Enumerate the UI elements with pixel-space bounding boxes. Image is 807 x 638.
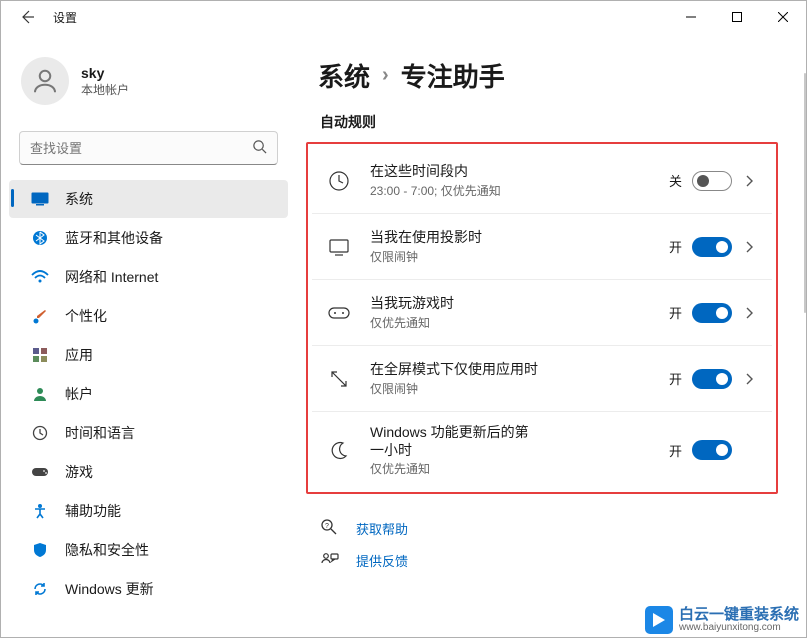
chevron-right-icon (742, 307, 758, 319)
nav-time-language[interactable]: 时间和语言 (9, 414, 288, 452)
rule-sub: 23:00 - 7:00; 仅优先通知 (370, 182, 669, 199)
breadcrumb-current: 专注助手 (401, 57, 505, 94)
user-profile[interactable]: sky 本地帐户 (1, 49, 296, 121)
rule-sub: 仅限闹钟 (370, 248, 669, 265)
nav-label: 辅助功能 (65, 501, 121, 521)
watermark-title: 白云一键重装系统 (679, 607, 799, 623)
nav-personalization[interactable]: 个性化 (9, 297, 288, 335)
system-icon (31, 190, 49, 208)
chevron-right-icon (742, 175, 758, 187)
nav-accounts[interactable]: 帐户 (9, 375, 288, 413)
feedback-label: 提供反馈 (356, 551, 408, 570)
rule-state: 开 (669, 303, 682, 322)
wifi-icon (31, 268, 49, 286)
toggle-switch[interactable] (692, 237, 732, 257)
avatar (21, 57, 69, 105)
rule-title: Windows 功能更新后的第一小时 (370, 423, 540, 459)
feedback-link[interactable]: 提供反馈 (306, 544, 778, 576)
rule-gaming[interactable]: 当我玩游戏时 仅优先通知 开 (312, 280, 772, 346)
nav-label: 蓝牙和其他设备 (65, 228, 163, 248)
user-name: sky (81, 65, 129, 81)
nav-label: Windows 更新 (65, 579, 154, 599)
rule-fullscreen[interactable]: 在全屏模式下仅使用应用时 仅限闹钟 开 (312, 346, 772, 412)
rule-title: 在这些时间段内 (370, 162, 669, 180)
nav-network[interactable]: 网络和 Internet (9, 258, 288, 296)
nav-bluetooth[interactable]: 蓝牙和其他设备 (9, 219, 288, 257)
rule-after-update[interactable]: Windows 功能更新后的第一小时 仅优先通知 开 (312, 412, 772, 488)
rule-sub: 仅限闹钟 (370, 380, 669, 397)
chevron-right-icon (742, 373, 758, 385)
feedback-icon (320, 550, 340, 570)
nav-accessibility[interactable]: 辅助功能 (9, 492, 288, 530)
nav-label: 网络和 Internet (65, 267, 158, 287)
watermark-sub: www.baiyunxitong.com (679, 623, 799, 634)
apps-icon (31, 346, 49, 364)
watermark-icon (645, 606, 673, 634)
rule-title: 当我在使用投影时 (370, 228, 669, 246)
user-sub: 本地帐户 (81, 81, 129, 98)
expand-icon (326, 366, 352, 392)
toggle-switch[interactable] (692, 171, 732, 191)
nav-label: 个性化 (65, 306, 107, 326)
moon-icon (326, 437, 352, 463)
accessibility-icon (31, 502, 49, 520)
watermark: 白云一键重装系统 www.baiyunxitong.com (645, 606, 799, 634)
nav-apps[interactable]: 应用 (9, 336, 288, 374)
nav-update[interactable]: Windows 更新 (9, 570, 288, 608)
rule-state: 开 (669, 237, 682, 256)
rule-sub: 仅优先通知 (370, 460, 669, 477)
nav-label: 帐户 (65, 384, 93, 404)
toggle-switch[interactable] (692, 369, 732, 389)
clock-globe-icon (31, 424, 49, 442)
update-icon (31, 580, 49, 598)
nav-gaming[interactable]: 游戏 (9, 453, 288, 491)
svg-text:?: ? (325, 523, 329, 530)
rule-time-range[interactable]: 在这些时间段内 23:00 - 7:00; 仅优先通知 关 (312, 148, 772, 214)
minimize-button[interactable] (668, 1, 714, 33)
close-button[interactable] (760, 1, 806, 33)
section-title: 自动规则 (320, 112, 778, 132)
nav-label: 隐私和安全性 (65, 540, 149, 560)
help-icon: ? (320, 518, 340, 538)
rule-state: 开 (669, 441, 682, 460)
bluetooth-icon (31, 229, 49, 247)
scrollbar[interactable] (804, 73, 806, 313)
chevron-right-icon (742, 241, 758, 253)
shield-icon (31, 541, 49, 559)
gamepad-icon (326, 300, 352, 326)
search-input[interactable] (30, 141, 252, 156)
rule-projecting[interactable]: 当我在使用投影时 仅限闹钟 开 (312, 214, 772, 280)
search-box[interactable] (19, 131, 278, 165)
breadcrumb: 系统 › 专注助手 (318, 57, 778, 94)
help-label: 获取帮助 (356, 519, 408, 538)
nav-privacy[interactable]: 隐私和安全性 (9, 531, 288, 569)
breadcrumb-parent[interactable]: 系统 (318, 57, 370, 94)
search-icon (252, 139, 267, 157)
monitor-icon (326, 234, 352, 260)
rule-title: 当我玩游戏时 (370, 294, 669, 312)
nav-system[interactable]: 系统 (9, 180, 288, 218)
gamepad-icon (31, 463, 49, 481)
window-title: 设置 (53, 9, 77, 26)
chevron-right-icon: › (382, 64, 389, 87)
rule-title: 在全屏模式下仅使用应用时 (370, 360, 669, 378)
brush-icon (31, 307, 49, 325)
nav-label: 应用 (65, 345, 93, 365)
nav-label: 游戏 (65, 462, 93, 482)
clock-icon (326, 168, 352, 194)
rules-list: 在这些时间段内 23:00 - 7:00; 仅优先通知 关 当我在使用投影时 仅… (306, 142, 778, 494)
toggle-switch[interactable] (692, 440, 732, 460)
nav-label: 时间和语言 (65, 423, 135, 443)
toggle-switch[interactable] (692, 303, 732, 323)
rule-state: 关 (669, 171, 682, 190)
rule-state: 开 (669, 369, 682, 388)
help-link[interactable]: ? 获取帮助 (306, 512, 778, 544)
maximize-button[interactable] (714, 1, 760, 33)
person-icon (31, 385, 49, 403)
rule-sub: 仅优先通知 (370, 314, 669, 331)
back-button[interactable] (17, 7, 37, 27)
nav-label: 系统 (65, 189, 93, 209)
